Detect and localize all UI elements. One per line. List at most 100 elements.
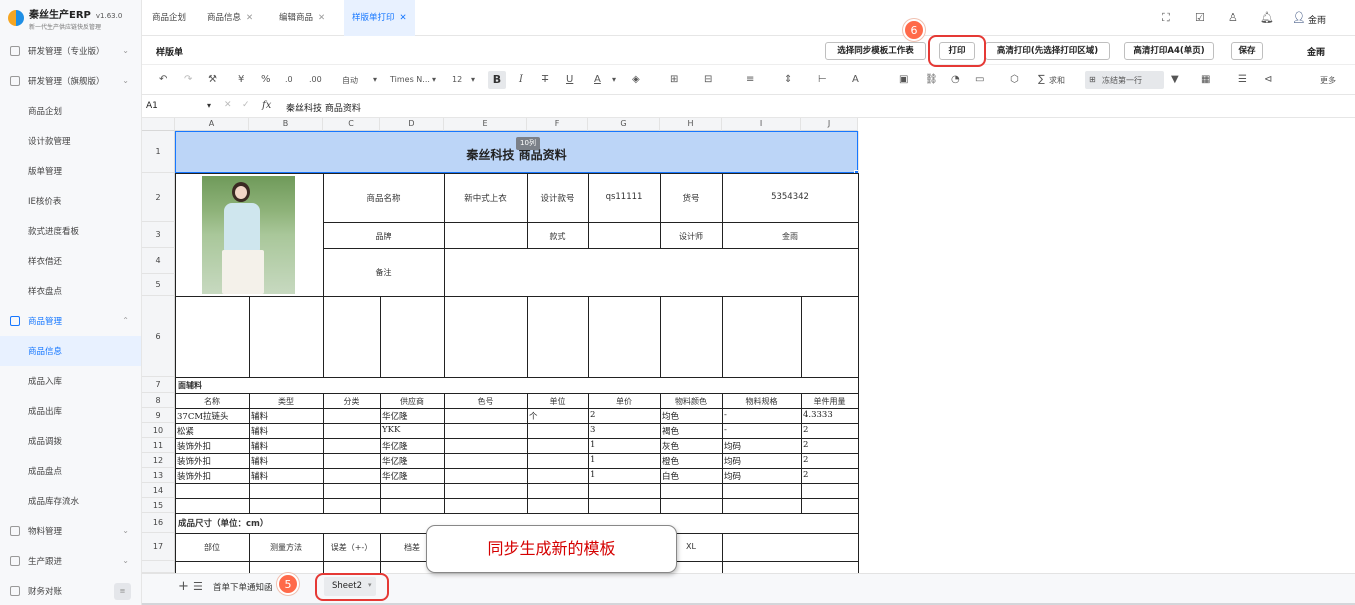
row-header[interactable]: 17 — [142, 533, 175, 561]
row-header[interactable]: 11 — [142, 438, 175, 453]
cancel-icon[interactable]: ✕ — [224, 100, 232, 110]
row-header[interactable]: 16 — [142, 513, 175, 533]
tab-edit-goods[interactable]: 编辑商品 ✕ — [279, 0, 325, 36]
row-header[interactable]: 2 — [142, 173, 175, 222]
strikethrough-icon[interactable]: T — [542, 74, 548, 85]
row-header[interactable]: 1 — [142, 131, 175, 173]
nav-item[interactable]: 成品出库 — [0, 396, 141, 426]
save-button[interactable]: 保存 — [1231, 42, 1263, 60]
row-header[interactable]: 13 — [142, 468, 175, 483]
nav-item[interactable]: 设计款管理 — [0, 126, 141, 156]
stamp-icon[interactable]: ♙ — [1228, 11, 1238, 24]
percent-icon[interactable]: % — [261, 74, 271, 85]
spreadsheet[interactable]: A B C D E F G H I J 1 2 3 4 5 6 7 8 9 10… — [142, 118, 1355, 573]
tab-sample-print[interactable]: 样版单打印 ✕ — [344, 0, 415, 36]
nav-group-goods[interactable]: 商品管理 ⌃ — [0, 306, 141, 336]
vertical-align-icon[interactable]: ⇕ — [784, 74, 792, 85]
corner-cell[interactable] — [142, 118, 175, 131]
decimal-decrease-icon[interactable]: .00 — [309, 75, 322, 84]
col-header[interactable]: J — [801, 118, 858, 131]
currency-icon[interactable]: ¥ — [238, 74, 244, 85]
nav-item-goods-info[interactable]: 商品信息 — [0, 336, 141, 366]
checkbox-icon[interactable]: ☑ — [1195, 11, 1205, 24]
nav-item[interactable]: 样衣盘点 — [0, 276, 141, 306]
align-center-icon[interactable]: ≡ — [746, 74, 754, 85]
tab-goods-plan[interactable]: 商品企划 — [152, 0, 186, 36]
decimal-increase-icon[interactable]: .0 — [285, 75, 293, 84]
row-header[interactable] — [142, 561, 175, 573]
nav-item[interactable]: 成品调拨 — [0, 426, 141, 456]
formula-input[interactable]: 秦丝科技 商品资料 — [286, 101, 361, 114]
chevron-down-icon[interactable]: ▾ — [471, 75, 475, 84]
hd-print-button[interactable]: 高清打印(先选择打印区域) — [985, 42, 1110, 60]
nav-item[interactable]: 商品企划 — [0, 96, 141, 126]
cube-icon[interactable]: ⬡ — [1010, 74, 1019, 85]
row-header[interactable]: 8 — [142, 393, 175, 408]
confirm-icon[interactable]: ✓ — [242, 100, 250, 110]
format-painter-icon[interactable]: ⚒ — [208, 74, 217, 85]
table-icon[interactable]: ▦ — [1201, 74, 1210, 85]
user-name[interactable]: 金雨 — [1308, 13, 1326, 26]
link-icon[interactable]: ⛓ — [925, 74, 938, 85]
nav-group-production[interactable]: 生产跟进 ⌄ — [0, 546, 141, 576]
nav-item[interactable]: 成品库存流水 — [0, 486, 141, 516]
row-header[interactable]: 9 — [142, 408, 175, 423]
col-header[interactable]: H — [660, 118, 722, 131]
row-header[interactable]: 15 — [142, 498, 175, 513]
col-header[interactable]: D — [380, 118, 444, 131]
tab-goods-info[interactable]: 商品信息 ✕ — [207, 0, 253, 36]
col-header[interactable]: I — [722, 118, 801, 131]
sheet-list-icon[interactable]: ☰ — [193, 580, 203, 593]
sheet-tab[interactable]: 首单下单通知函 — [213, 581, 273, 593]
bold-icon[interactable]: B — [488, 71, 506, 89]
avatar[interactable]: 👤︎ — [1292, 11, 1306, 24]
share-icon[interactable]: ⊲ — [1264, 74, 1272, 85]
number-format-select[interactable]: 自动 — [342, 75, 358, 86]
row-header[interactable]: 7 — [142, 377, 175, 393]
hd-print-a4-button[interactable]: 高清打印A4(单页) — [1124, 42, 1214, 60]
row-header[interactable]: 12 — [142, 453, 175, 468]
row-header[interactable]: 3 — [142, 222, 175, 248]
font-family-select[interactable]: Times N... — [390, 75, 430, 84]
col-header[interactable]: G — [588, 118, 660, 131]
col-header[interactable]: A — [175, 118, 249, 131]
nav-group-finance[interactable]: 财务对账 ≡ — [0, 576, 141, 605]
nav-item[interactable]: 成品入库 — [0, 366, 141, 396]
merge-cells-icon[interactable]: ⊟ — [704, 74, 712, 85]
close-icon[interactable]: ✕ — [318, 13, 325, 23]
row-header[interactable]: 6 — [142, 296, 175, 377]
nav-group-rd-pro[interactable]: 研发管理（专业版） ⌄ — [0, 36, 141, 66]
text-rotate-icon[interactable]: A — [852, 74, 859, 85]
redo-icon[interactable]: ↷ — [184, 74, 192, 85]
col-header[interactable]: C — [323, 118, 380, 131]
comment-icon[interactable]: ▭ — [975, 74, 984, 85]
chevron-down-icon[interactable]: ▾ — [207, 101, 211, 110]
col-header[interactable]: E — [444, 118, 527, 131]
chevron-down-icon[interactable]: ▾ — [432, 75, 436, 84]
row-header[interactable]: 5 — [142, 274, 175, 296]
undo-icon[interactable]: ↶ — [159, 74, 167, 85]
font-size-select[interactable]: 12 — [452, 75, 462, 84]
filter-icon[interactable]: ▼ — [1171, 74, 1179, 85]
more-button[interactable]: 更多 — [1320, 75, 1336, 86]
sum-label[interactable]: 求和 — [1049, 75, 1065, 86]
close-icon[interactable]: ✕ — [246, 13, 253, 23]
split-icon[interactable]: ☰ — [1238, 74, 1247, 85]
nav-group-material[interactable]: 物料管理 ⌄ — [0, 516, 141, 546]
border-icon[interactable]: ⊞ — [670, 74, 678, 85]
chart-icon[interactable]: ◔ — [951, 74, 960, 85]
fullscreen-icon[interactable]: ⛶ — [1162, 11, 1170, 25]
fill-color-icon[interactable]: ◈ — [632, 74, 640, 85]
sync-template-button[interactable]: 选择同步模板工作表 — [825, 42, 926, 60]
chevron-down-icon[interactable]: ▾ — [612, 75, 616, 84]
col-header[interactable]: B — [249, 118, 323, 131]
text-wrap-icon[interactable]: ⊢ — [818, 74, 827, 85]
nav-item[interactable]: 款式进度看板 — [0, 216, 141, 246]
collapse-sidebar-button[interactable]: ≡ — [114, 583, 131, 600]
add-sheet-icon[interactable]: + — [178, 579, 189, 594]
nav-item[interactable]: 样衣借还 — [0, 246, 141, 276]
cell-ref-input[interactable]: A1 — [146, 101, 158, 111]
row-header[interactable]: 14 — [142, 483, 175, 498]
nav-item[interactable]: 成品盘点 — [0, 456, 141, 486]
close-icon[interactable]: ✕ — [400, 13, 407, 23]
